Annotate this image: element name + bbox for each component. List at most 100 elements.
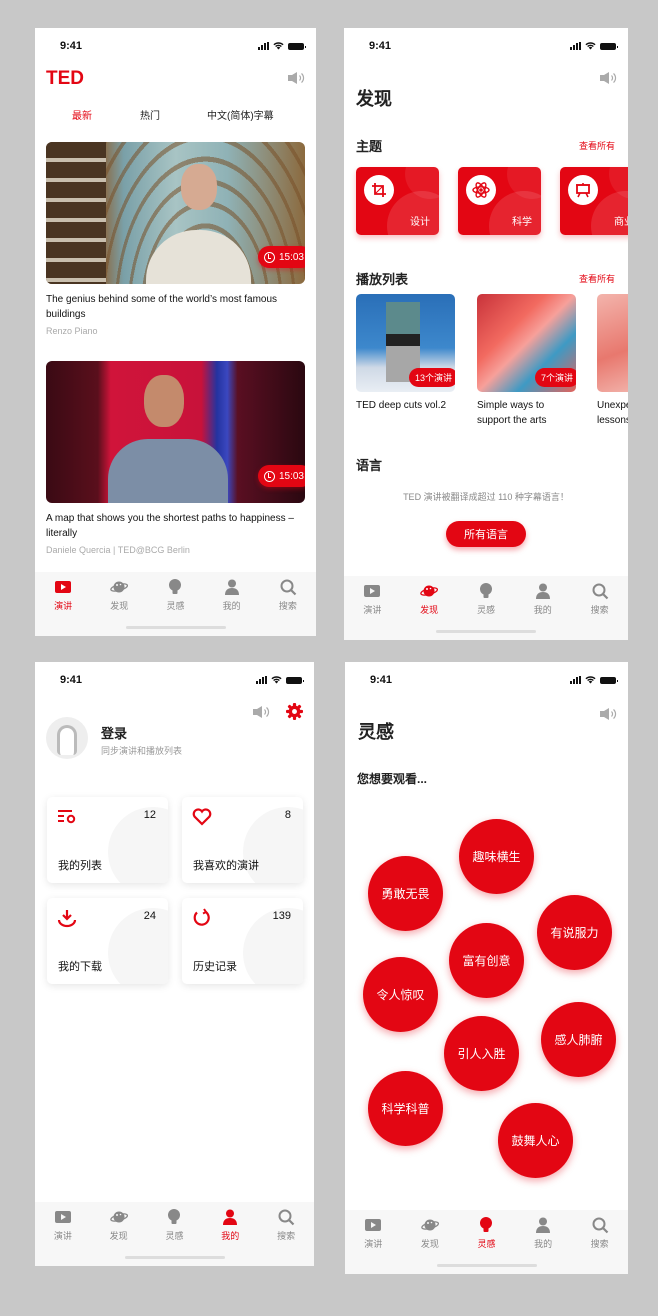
topics-see-all-link[interactable]: 查看所有	[579, 139, 615, 152]
mood-bubble[interactable]: 令人惊叹	[363, 957, 438, 1032]
card-label: 我喜欢的演讲	[193, 860, 259, 872]
duration-badge: 15:03	[257, 246, 305, 268]
status-bar: 9:41	[35, 662, 314, 698]
topic-card-science[interactable]: 科学	[458, 167, 541, 235]
playlists-see-all-link[interactable]: 查看所有	[579, 272, 615, 285]
play-icon	[54, 1211, 71, 1223]
home-indicator	[125, 626, 226, 629]
tab-latest[interactable]: 最新	[72, 107, 92, 122]
login-subtitle: 同步演讲和播放列表	[101, 746, 183, 756]
login-label[interactable]: 登录	[101, 723, 127, 742]
nav-me[interactable]: 我的	[212, 578, 252, 612]
avatar[interactable]	[46, 717, 88, 759]
mood-bubble[interactable]: 有说服力	[537, 895, 612, 970]
speaker-head	[181, 164, 217, 210]
search-icon	[592, 583, 608, 600]
nav-me[interactable]: 我的	[523, 1216, 563, 1250]
talk-title[interactable]: The genius behind some of the world’s mo…	[46, 292, 305, 322]
nav-inspire[interactable]: 灵感	[466, 582, 506, 616]
nav-discover[interactable]: 发现	[99, 578, 139, 612]
playlist-card[interactable]: Unexpected lessons from the...	[597, 294, 628, 428]
talk-title[interactable]: A map that shows you the shortest paths …	[46, 511, 305, 541]
downloads-card[interactable]: 24 我的下载	[47, 898, 168, 984]
topic-card-business[interactable]: 商业	[560, 167, 628, 235]
card-label: 我的下载	[58, 961, 102, 973]
nav-talks[interactable]: 演讲	[353, 1216, 393, 1250]
ted-logo: TED	[46, 68, 84, 89]
speaker-icon[interactable]	[599, 71, 617, 85]
battery-icon	[600, 42, 618, 50]
signal-icon	[570, 42, 581, 50]
play-icon	[55, 581, 72, 593]
user-icon	[224, 579, 239, 595]
topic-card-design[interactable]: 设计	[356, 167, 439, 235]
nav-inspire[interactable]: 灵感	[154, 1208, 194, 1242]
playlist-name: Simple ways to support the arts	[477, 400, 547, 426]
all-languages-button[interactable]: 所有语言	[446, 521, 526, 547]
nav-inspire[interactable]: 灵感	[466, 1216, 506, 1250]
tab-chinese-subtitles[interactable]: 中文(简体)字幕	[207, 107, 274, 122]
nav-talks[interactable]: 演讲	[43, 578, 83, 612]
nav-search[interactable]: 搜索	[580, 582, 620, 616]
clock-icon	[263, 251, 275, 263]
my-list-card[interactable]: 12 我的列表	[47, 797, 168, 883]
signal-icon	[256, 676, 267, 684]
talk-thumbnail[interactable]: 15:03	[46, 361, 305, 503]
speaker-icon[interactable]	[287, 71, 305, 85]
user-icon	[536, 1217, 551, 1233]
playlists-heading: 播放列表	[356, 272, 409, 287]
bottom-tab-bar: 演讲 发现 灵感 我的 搜索	[345, 1210, 628, 1274]
nav-me[interactable]: 我的	[523, 582, 563, 616]
nav-search[interactable]: 搜索	[266, 1208, 306, 1242]
presentation-icon	[576, 183, 590, 198]
user-icon	[223, 1209, 238, 1225]
profile-screen: 9:41 登录 同步演讲和播放列表 12 我的列表 8 我喜欢的演讲 24 我的…	[35, 662, 314, 1266]
talk-speaker: Renzo Piano	[46, 326, 98, 336]
liked-talks-card[interactable]: 8 我喜欢的演讲	[182, 797, 303, 883]
nav-talks[interactable]: 演讲	[43, 1208, 83, 1242]
home-indicator	[436, 630, 536, 633]
nav-search[interactable]: 搜索	[268, 578, 308, 612]
bookshelf-image	[46, 142, 106, 284]
talks-screen: 9:41 TED 最新 热门 中文(简体)字幕 15:03 The genius…	[35, 28, 316, 636]
playlist-card[interactable]: 7个演讲 Simple ways to support the arts	[477, 294, 576, 428]
mood-bubble[interactable]: 鼓舞人心	[498, 1103, 573, 1178]
talk-card[interactable]: 15:03 The genius behind some of the worl…	[46, 142, 305, 336]
nav-search[interactable]: 搜索	[580, 1216, 620, 1250]
mood-bubble[interactable]: 富有创意	[449, 923, 524, 998]
language-heading: 语言	[356, 458, 383, 473]
speaker-icon[interactable]	[252, 705, 270, 719]
playlist-name: Unexpected lessons from the...	[597, 400, 628, 426]
planet-icon	[110, 581, 129, 593]
mood-bubble[interactable]: 引人入胜	[444, 1016, 519, 1091]
nav-talks[interactable]: 演讲	[352, 582, 392, 616]
nav-inspire[interactable]: 灵感	[155, 578, 195, 612]
playlist-card[interactable]: 13个演讲 TED deep cuts vol.2	[356, 294, 455, 413]
mood-bubble[interactable]: 勇敢无畏	[368, 856, 443, 931]
list-icon	[58, 810, 76, 824]
history-card[interactable]: 139 历史记录	[182, 898, 303, 984]
gear-icon[interactable]	[286, 703, 303, 720]
nav-discover[interactable]: 发现	[99, 1208, 139, 1242]
playlist-thumbnail: 7个演讲	[477, 294, 576, 392]
talk-count-badge: 13个演讲	[408, 368, 455, 387]
nav-me[interactable]: 我的	[210, 1208, 250, 1242]
tab-popular[interactable]: 热门	[140, 107, 160, 122]
lightbulb-icon	[479, 583, 492, 598]
talk-thumbnail[interactable]: 15:03	[46, 142, 305, 284]
search-icon	[278, 1209, 295, 1226]
nav-discover[interactable]: 发现	[409, 582, 449, 616]
download-icon	[57, 910, 77, 928]
wifi-icon	[585, 676, 596, 684]
nav-discover[interactable]: 发现	[410, 1216, 450, 1250]
count: 24	[143, 910, 156, 922]
talk-card[interactable]: 15:03 A map that shows you the shortest …	[46, 361, 305, 555]
clock-icon	[263, 470, 275, 482]
mood-bubble[interactable]: 科学科普	[368, 1071, 443, 1146]
speaker-head	[144, 375, 184, 427]
speaker-icon[interactable]	[599, 707, 617, 721]
battery-icon	[288, 42, 306, 50]
mood-bubble[interactable]: 趣味横生	[459, 819, 534, 894]
mood-bubble[interactable]: 感人肺腑	[541, 1002, 616, 1077]
search-icon	[280, 579, 297, 596]
